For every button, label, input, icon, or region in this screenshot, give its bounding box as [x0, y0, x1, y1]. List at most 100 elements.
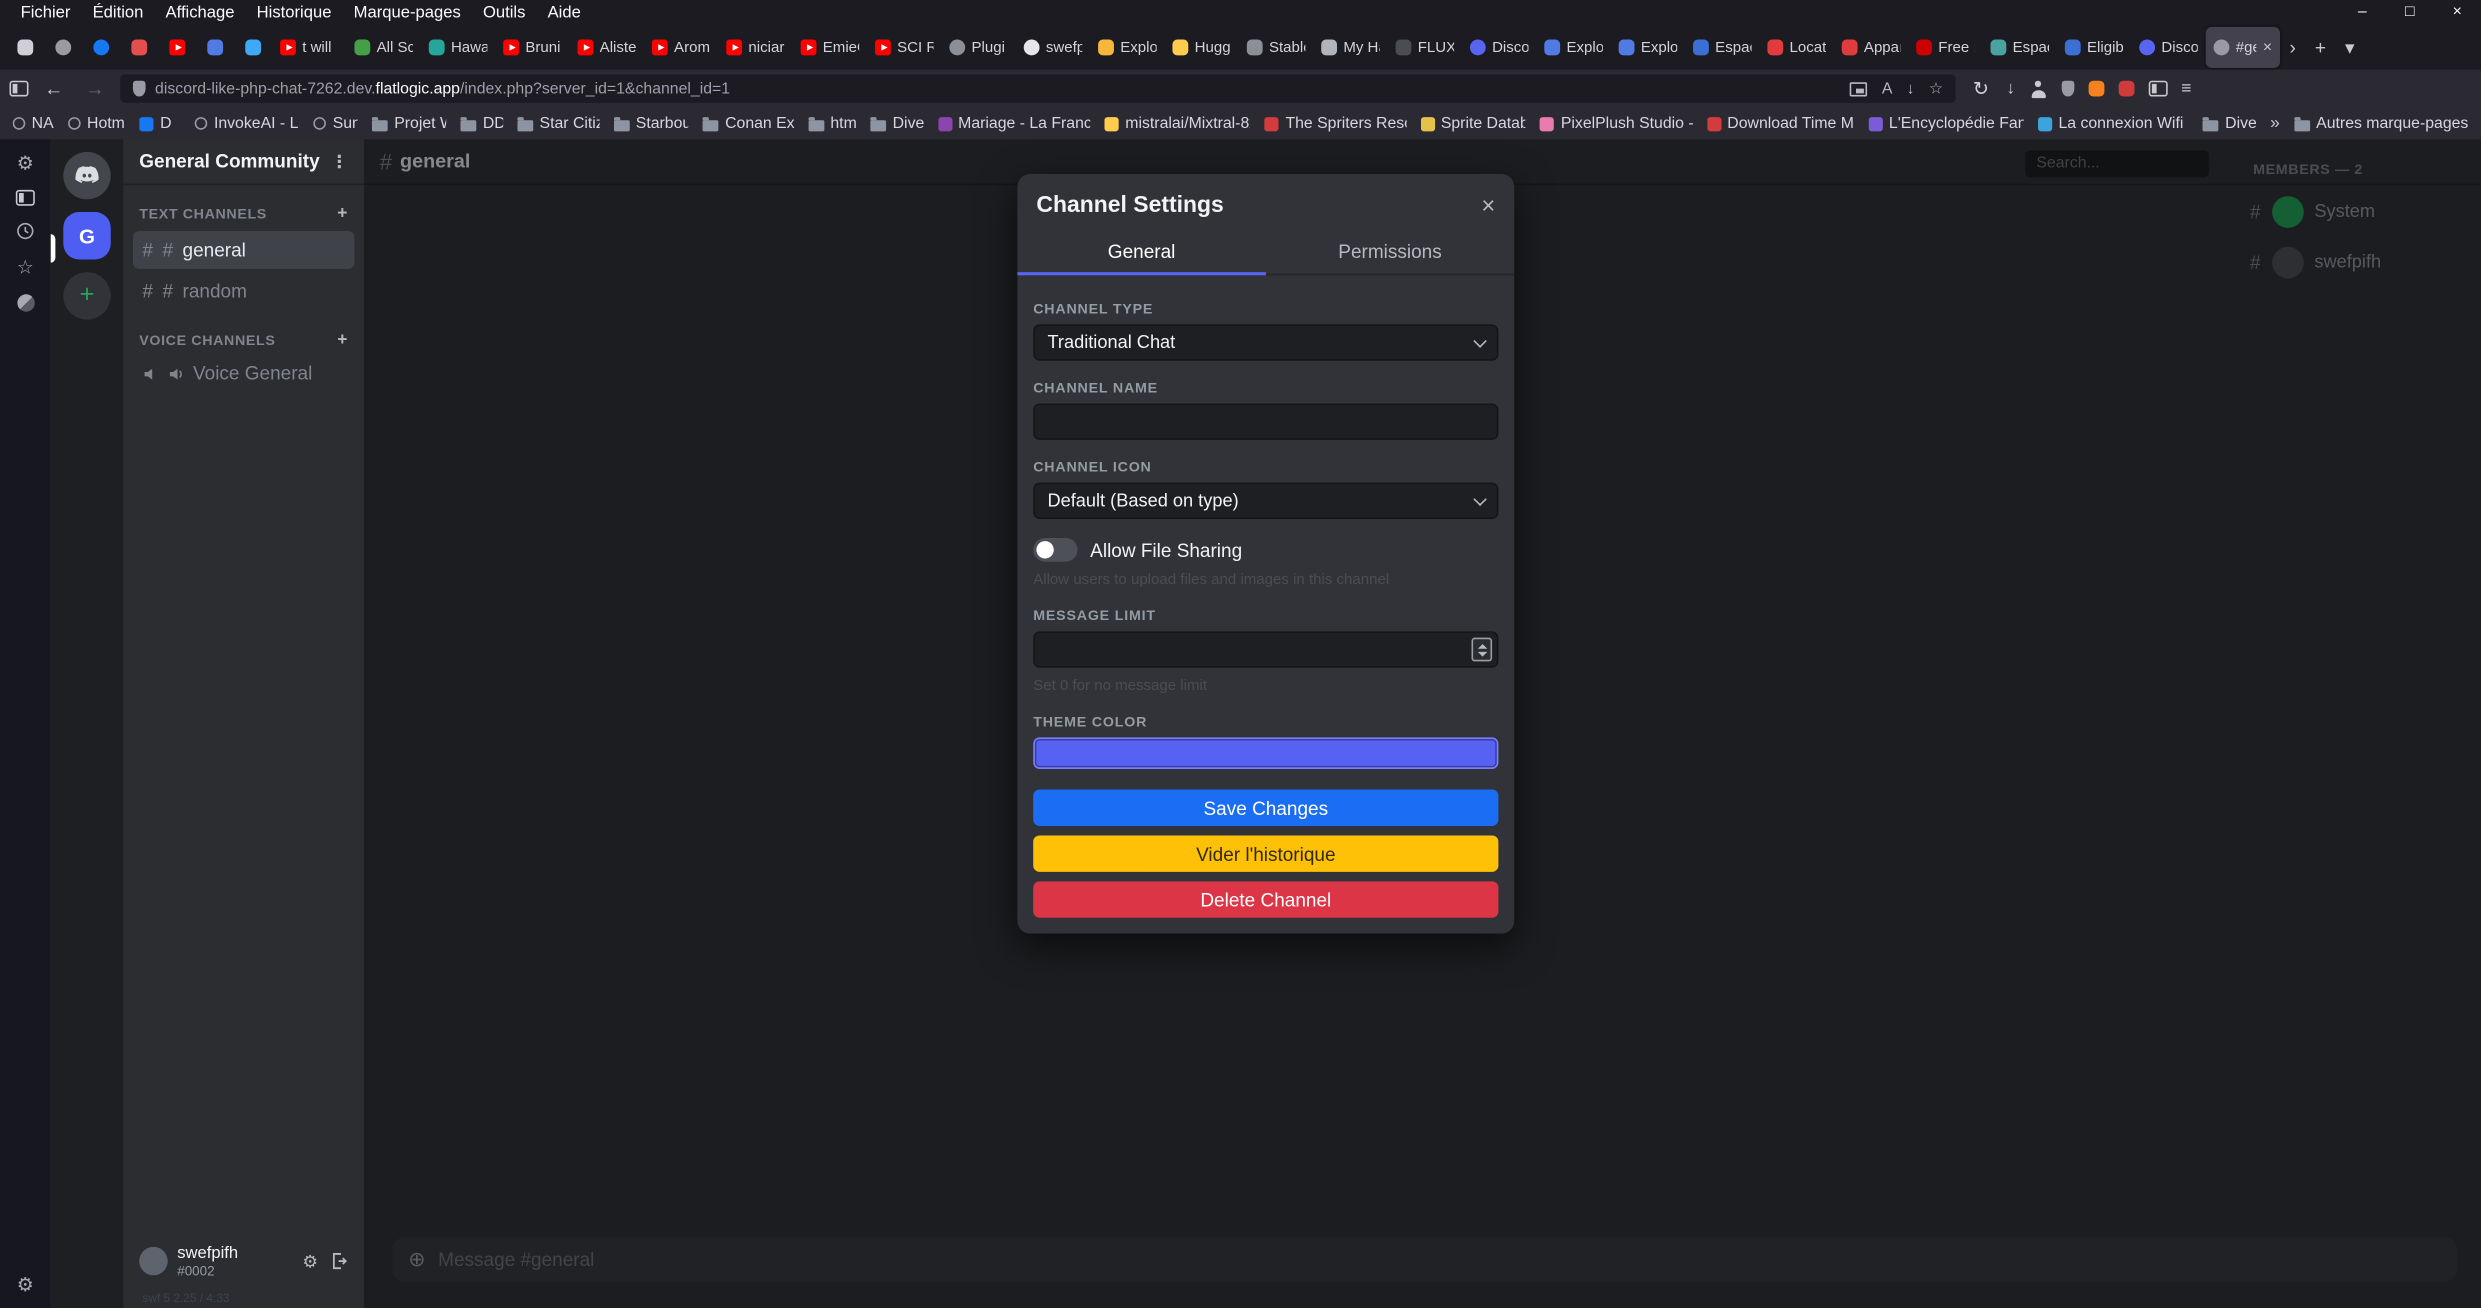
- tracking-protection-shield-icon[interactable]: [133, 81, 146, 97]
- bookmark-item[interactable]: Star Citizen: [517, 115, 599, 132]
- browser-tab[interactable]: FLUX.: [1388, 27, 1462, 68]
- browser-tab[interactable]: t will: [272, 27, 346, 68]
- bookmarks-star-icon[interactable]: ☆: [17, 256, 34, 278]
- browser-tab[interactable]: Hawa: [421, 27, 495, 68]
- browser-tab[interactable]: Hugg: [1165, 27, 1239, 68]
- bookmark-item[interactable]: Suno: [314, 115, 358, 132]
- browser-tab[interactable]: Eligib: [2057, 27, 2131, 68]
- browser-tab[interactable]: Locati: [1759, 27, 1833, 68]
- browser-tab[interactable]: Explo: [1090, 27, 1164, 68]
- themes-icon[interactable]: [17, 294, 34, 311]
- menu-fichier[interactable]: Fichier: [9, 3, 81, 22]
- list-all-tabs-icon[interactable]: ▾: [2335, 36, 2364, 58]
- pinned-tab[interactable]: [44, 27, 82, 68]
- bookmark-item[interactable]: html5: [808, 115, 856, 132]
- bookmark-item[interactable]: InvokeAI - Local: [195, 115, 300, 132]
- browser-tab[interactable]: Explo: [1611, 27, 1685, 68]
- bookmark-item[interactable]: Divers: [870, 115, 923, 132]
- browser-tab[interactable]: Disco: [1462, 27, 1536, 68]
- sidebars-icon[interactable]: [2148, 81, 2167, 97]
- pinned-tab[interactable]: [120, 27, 158, 68]
- save-to-pocket-icon[interactable]: ↓: [1907, 80, 1915, 97]
- bookmark-item[interactable]: Hotmail: [68, 115, 125, 132]
- browser-tab[interactable]: Free :: [1908, 27, 1982, 68]
- browser-tab[interactable]: Bruni: [495, 27, 569, 68]
- extension-red-icon[interactable]: [2118, 81, 2134, 97]
- minimize-icon[interactable]: –: [2339, 0, 2386, 25]
- channel-name-input[interactable]: [1033, 403, 1498, 439]
- browser-tab[interactable]: SCI RI: [867, 27, 941, 68]
- clear-history-button[interactable]: Vider l'historique: [1033, 835, 1498, 871]
- voice-channel-item[interactable]: Voice General: [123, 356, 364, 391]
- add-voice-channel-icon[interactable]: +: [337, 331, 348, 350]
- bookmark-item[interactable]: Divers: [2203, 115, 2256, 132]
- delete-channel-button[interactable]: Delete Channel: [1033, 881, 1498, 917]
- pinned-tab[interactable]: [196, 27, 234, 68]
- pinned-tab[interactable]: [82, 27, 120, 68]
- bookmark-item[interactable]: mistralai/Mixtral-8x7B...: [1105, 115, 1251, 132]
- bookmark-item[interactable]: DDL: [461, 115, 503, 132]
- tab-permissions[interactable]: Permissions: [1266, 231, 1514, 274]
- bookmark-item[interactable]: Download Time Mana...: [1707, 115, 1854, 132]
- close-window-icon[interactable]: ×: [2434, 0, 2481, 25]
- browser-tab[interactable]: Stable: [1239, 27, 1313, 68]
- server-header[interactable]: General Community ⋮: [123, 139, 364, 185]
- app-menu-icon[interactable]: ≡: [2181, 79, 2191, 98]
- spinner-up-icon[interactable]: [1477, 643, 1486, 648]
- browser-tab[interactable]: Appar: [1834, 27, 1908, 68]
- menu-affichage[interactable]: Affichage: [154, 3, 245, 22]
- add-text-channel-icon[interactable]: +: [337, 204, 348, 223]
- channel-item-general[interactable]: # # general: [133, 231, 355, 269]
- bookmark-item[interactable]: Sprite Database: [1420, 115, 1526, 132]
- tab-close-icon[interactable]: ×: [2263, 39, 2272, 56]
- add-server-button[interactable]: +: [63, 272, 110, 319]
- settings-gear-icon[interactable]: ⚙: [17, 1274, 34, 1296]
- maximize-icon[interactable]: □: [2386, 0, 2433, 25]
- tab-general[interactable]: General: [1017, 231, 1265, 274]
- back-icon[interactable]: ←: [38, 78, 70, 100]
- active-tab[interactable]: #gener ×: [2206, 27, 2280, 68]
- channel-type-select[interactable]: Traditional Chat: [1033, 324, 1498, 360]
- browser-tab[interactable]: All Sc: [347, 27, 421, 68]
- spinner-down-icon[interactable]: [1477, 651, 1486, 656]
- browser-tab[interactable]: EmieO: [793, 27, 867, 68]
- browser-tab[interactable]: Alister: [570, 27, 644, 68]
- tab-scroll-right-icon[interactable]: ›: [2280, 36, 2305, 58]
- pinned-tab[interactable]: [158, 27, 196, 68]
- bookmark-item[interactable]: The Spriters Resource: [1265, 115, 1406, 132]
- message-limit-input[interactable]: [1033, 631, 1498, 667]
- browser-tab[interactable]: Disco: [2131, 27, 2205, 68]
- bookmark-item[interactable]: Projet WH: [372, 115, 446, 132]
- pinned-tab[interactable]: [6, 27, 44, 68]
- extension-orange-icon[interactable]: [2088, 81, 2104, 97]
- new-tab-button[interactable]: +: [2305, 36, 2335, 58]
- menu-outils[interactable]: Outils: [472, 3, 537, 22]
- file-sharing-toggle[interactable]: [1033, 538, 1077, 562]
- pinned-tab[interactable]: [234, 27, 272, 68]
- logout-icon[interactable]: [329, 1252, 348, 1271]
- bookmarks-overflow-icon[interactable]: »: [2270, 114, 2280, 133]
- downloads-icon[interactable]: ↓: [2006, 79, 2015, 98]
- extension-shield-icon[interactable]: [2061, 81, 2074, 97]
- browser-tab[interactable]: niciar: [718, 27, 792, 68]
- menu-historique[interactable]: Historique: [246, 3, 343, 22]
- forward-icon[interactable]: →: [79, 78, 111, 100]
- bookmark-item[interactable]: NAS: [13, 115, 54, 132]
- number-spinner[interactable]: [1472, 638, 1493, 662]
- bookmark-item[interactable]: D: [140, 115, 181, 132]
- browser-tab[interactable]: Plugi: [941, 27, 1015, 68]
- bookmark-item[interactable]: La connexion Wifi et E...: [2038, 115, 2189, 132]
- reload-icon[interactable]: ↻: [1965, 78, 1997, 100]
- url-bar[interactable]: discord-like-php-chat-7262.dev.flatlogic…: [120, 74, 1955, 102]
- browser-tab[interactable]: Espace cli: [1685, 27, 1759, 68]
- menu-edition[interactable]: Édition: [82, 3, 155, 22]
- close-icon[interactable]: ×: [1481, 194, 1495, 218]
- bookmark-item[interactable]: PixelPlush Studio - Pix...: [1540, 115, 1692, 132]
- bookmark-item[interactable]: L'Encyclopédie Fantast...: [1868, 115, 2023, 132]
- menu-aide[interactable]: Aide: [536, 3, 591, 22]
- channel-icon-select[interactable]: Default (Based on type): [1033, 483, 1498, 519]
- bookmark-item[interactable]: Mariage - La France à ...: [938, 115, 1091, 132]
- channel-item-random[interactable]: # # random: [133, 272, 355, 310]
- server-icon[interactable]: G: [63, 212, 110, 259]
- history-clock-icon[interactable]: [16, 222, 35, 241]
